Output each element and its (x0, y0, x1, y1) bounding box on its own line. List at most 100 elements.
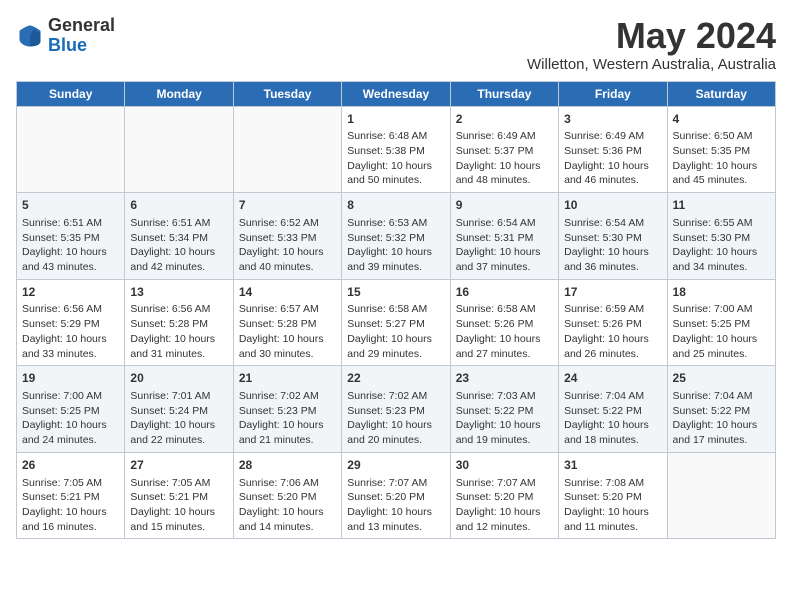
calendar-cell: 23Sunrise: 7:03 AM Sunset: 5:22 PM Dayli… (450, 366, 558, 453)
day-info: Sunrise: 7:08 AM Sunset: 5:20 PM Dayligh… (564, 476, 661, 535)
day-info: Sunrise: 7:04 AM Sunset: 5:22 PM Dayligh… (564, 389, 661, 448)
day-number: 26 (22, 457, 119, 474)
day-info: Sunrise: 7:00 AM Sunset: 5:25 PM Dayligh… (673, 302, 770, 361)
day-info: Sunrise: 7:07 AM Sunset: 5:20 PM Dayligh… (347, 476, 444, 535)
day-number: 1 (347, 111, 444, 128)
weekday-header-wednesday: Wednesday (342, 81, 450, 106)
day-number: 30 (456, 457, 553, 474)
location-text: Willetton, Western Australia, Australia (527, 56, 776, 73)
day-number: 15 (347, 284, 444, 301)
month-title: May 2024 (527, 16, 776, 56)
calendar-week-4: 19Sunrise: 7:00 AM Sunset: 5:25 PM Dayli… (17, 366, 776, 453)
day-number: 23 (456, 370, 553, 387)
calendar-cell (667, 452, 775, 539)
day-info: Sunrise: 7:02 AM Sunset: 5:23 PM Dayligh… (239, 389, 336, 448)
day-number: 6 (130, 197, 227, 214)
calendar-body: 1Sunrise: 6:48 AM Sunset: 5:38 PM Daylig… (17, 106, 776, 539)
day-info: Sunrise: 7:00 AM Sunset: 5:25 PM Dayligh… (22, 389, 119, 448)
weekday-header-saturday: Saturday (667, 81, 775, 106)
day-info: Sunrise: 6:56 AM Sunset: 5:28 PM Dayligh… (130, 302, 227, 361)
calendar-table: SundayMondayTuesdayWednesdayThursdayFrid… (16, 81, 776, 540)
day-number: 10 (564, 197, 661, 214)
calendar-cell: 1Sunrise: 6:48 AM Sunset: 5:38 PM Daylig… (342, 106, 450, 193)
weekday-header-monday: Monday (125, 81, 233, 106)
day-number: 8 (347, 197, 444, 214)
day-info: Sunrise: 6:49 AM Sunset: 5:36 PM Dayligh… (564, 129, 661, 188)
calendar-cell: 15Sunrise: 6:58 AM Sunset: 5:27 PM Dayli… (342, 279, 450, 366)
calendar-cell: 22Sunrise: 7:02 AM Sunset: 5:23 PM Dayli… (342, 366, 450, 453)
title-area: May 2024 Willetton, Western Australia, A… (527, 16, 776, 73)
weekday-header-friday: Friday (559, 81, 667, 106)
calendar-week-5: 26Sunrise: 7:05 AM Sunset: 5:21 PM Dayli… (17, 452, 776, 539)
day-info: Sunrise: 6:49 AM Sunset: 5:37 PM Dayligh… (456, 129, 553, 188)
calendar-cell (125, 106, 233, 193)
day-number: 13 (130, 284, 227, 301)
calendar-cell: 31 Sunrise: 7:08 AM Sunset: 5:20 PM Dayli… (559, 452, 667, 539)
day-info: Sunrise: 6:57 AM Sunset: 5:28 PM Dayligh… (239, 302, 336, 361)
calendar-cell: 19Sunrise: 7:00 AM Sunset: 5:25 PM Dayli… (17, 366, 125, 453)
calendar-cell: 11 Sunrise: 6:55 AM Sunset: 5:30 PM Dayli… (667, 193, 775, 280)
calendar-week-2: 5 Sunrise: 6:51 AM Sunset: 5:35 PM Daylig… (17, 193, 776, 280)
day-number: 18 (673, 284, 770, 301)
day-number: 4 (673, 111, 770, 128)
day-info: Sunrise: 6:54 AM Sunset: 5:30 PM Dayligh… (564, 216, 661, 275)
day-number: 9 (456, 197, 553, 214)
day-number: 12 (22, 284, 119, 301)
calendar-cell: 9 Sunrise: 6:54 AM Sunset: 5:31 PM Daylig… (450, 193, 558, 280)
calendar-cell: 3Sunrise: 6:49 AM Sunset: 5:36 PM Daylig… (559, 106, 667, 193)
day-info: Sunrise: 7:07 AM Sunset: 5:20 PM Dayligh… (456, 476, 553, 535)
day-info: Sunrise: 6:59 AM Sunset: 5:26 PM Dayligh… (564, 302, 661, 361)
day-number: 20 (130, 370, 227, 387)
day-number: 25 (673, 370, 770, 387)
calendar-cell: 5 Sunrise: 6:51 AM Sunset: 5:35 PM Daylig… (17, 193, 125, 280)
calendar-cell: 7 Sunrise: 6:52 AM Sunset: 5:33 PM Daylig… (233, 193, 341, 280)
day-info: Sunrise: 6:51 AM Sunset: 5:34 PM Dayligh… (130, 216, 227, 275)
day-info: Sunrise: 6:53 AM Sunset: 5:32 PM Dayligh… (347, 216, 444, 275)
day-number: 14 (239, 284, 336, 301)
calendar-cell (233, 106, 341, 193)
day-info: Sunrise: 6:54 AM Sunset: 5:31 PM Dayligh… (456, 216, 553, 275)
calendar-cell: 12Sunrise: 6:56 AM Sunset: 5:29 PM Dayli… (17, 279, 125, 366)
day-number: 31 (564, 457, 661, 474)
day-number: 2 (456, 111, 553, 128)
day-number: 17 (564, 284, 661, 301)
calendar-cell: 8 Sunrise: 6:53 AM Sunset: 5:32 PM Daylig… (342, 193, 450, 280)
weekday-header-sunday: Sunday (17, 81, 125, 106)
day-number: 5 (22, 197, 119, 214)
calendar-cell: 29 Sunrise: 7:07 AM Sunset: 5:20 PM Dayli… (342, 452, 450, 539)
day-number: 21 (239, 370, 336, 387)
day-info: Sunrise: 6:58 AM Sunset: 5:26 PM Dayligh… (456, 302, 553, 361)
weekday-header-thursday: Thursday (450, 81, 558, 106)
day-info: Sunrise: 6:50 AM Sunset: 5:35 PM Dayligh… (673, 129, 770, 188)
calendar-cell: 16Sunrise: 6:58 AM Sunset: 5:26 PM Dayli… (450, 279, 558, 366)
logo: General Blue (16, 16, 115, 56)
day-info: Sunrise: 6:56 AM Sunset: 5:29 PM Dayligh… (22, 302, 119, 361)
calendar-cell: 17Sunrise: 6:59 AM Sunset: 5:26 PM Dayli… (559, 279, 667, 366)
calendar-cell: 26Sunrise: 7:05 AM Sunset: 5:21 PM Dayli… (17, 452, 125, 539)
day-info: Sunrise: 6:51 AM Sunset: 5:35 PM Dayligh… (22, 216, 119, 275)
calendar-cell (17, 106, 125, 193)
day-info: Sunrise: 6:48 AM Sunset: 5:38 PM Dayligh… (347, 129, 444, 188)
day-number: 27 (130, 457, 227, 474)
day-number: 24 (564, 370, 661, 387)
calendar-cell: 10 Sunrise: 6:54 AM Sunset: 5:30 PM Dayli… (559, 193, 667, 280)
day-number: 16 (456, 284, 553, 301)
logo-icon (16, 22, 44, 50)
day-info: Sunrise: 6:52 AM Sunset: 5:33 PM Dayligh… (239, 216, 336, 275)
calendar-week-1: 1Sunrise: 6:48 AM Sunset: 5:38 PM Daylig… (17, 106, 776, 193)
day-info: Sunrise: 6:55 AM Sunset: 5:30 PM Dayligh… (673, 216, 770, 275)
calendar-cell: 2Sunrise: 6:49 AM Sunset: 5:37 PM Daylig… (450, 106, 558, 193)
weekday-row: SundayMondayTuesdayWednesdayThursdayFrid… (17, 81, 776, 106)
calendar-week-3: 12Sunrise: 6:56 AM Sunset: 5:29 PM Dayli… (17, 279, 776, 366)
calendar-cell: 18Sunrise: 7:00 AM Sunset: 5:25 PM Dayli… (667, 279, 775, 366)
calendar-cell: 6 Sunrise: 6:51 AM Sunset: 5:34 PM Daylig… (125, 193, 233, 280)
weekday-header-tuesday: Tuesday (233, 81, 341, 106)
calendar-cell: 24 Sunrise: 7:04 AM Sunset: 5:22 PM Dayli… (559, 366, 667, 453)
day-number: 11 (673, 197, 770, 214)
day-number: 7 (239, 197, 336, 214)
day-number: 3 (564, 111, 661, 128)
day-number: 29 (347, 457, 444, 474)
calendar-cell: 20Sunrise: 7:01 AM Sunset: 5:24 PM Dayli… (125, 366, 233, 453)
logo-blue-text: Blue (48, 35, 87, 55)
page-header: General Blue May 2024 Willetton, Western… (16, 16, 776, 73)
